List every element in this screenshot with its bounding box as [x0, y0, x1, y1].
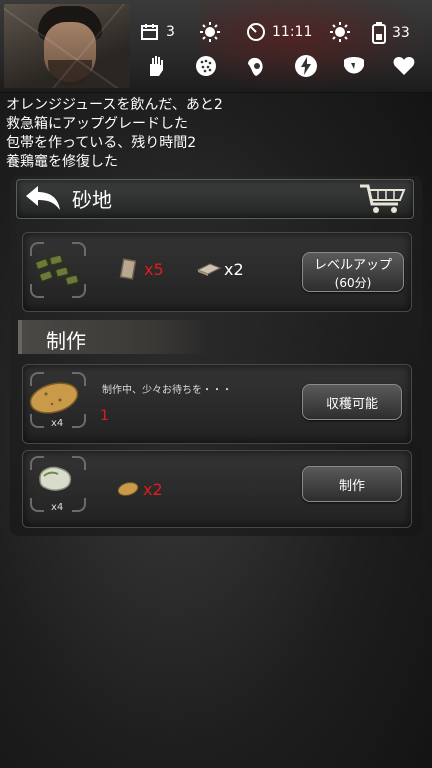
weather-indicator — [200, 22, 220, 42]
energy-icon[interactable] — [294, 54, 318, 78]
stamina-icon[interactable] — [194, 54, 218, 78]
shopping-cart-icon[interactable] — [358, 182, 408, 216]
cloth-icon — [196, 263, 222, 276]
level-up-duration: (60分) — [334, 275, 372, 290]
location-title: 砂地 — [72, 188, 112, 212]
day-count: 3 — [166, 24, 175, 40]
cost-quantity: x5 — [144, 260, 164, 279]
sun-icon — [200, 22, 220, 42]
log-line: オレンジジュースを飲んだ、あと2 — [6, 97, 223, 113]
thirst-icon[interactable] — [342, 54, 366, 78]
craft-button[interactable]: 制作 — [302, 466, 402, 502]
battery-icon — [372, 22, 386, 44]
hunger-icon[interactable] — [244, 54, 268, 78]
cost-quantity: x2 — [143, 480, 163, 499]
time-text: 11:11 — [272, 24, 313, 40]
back-arrow-icon[interactable] — [24, 184, 64, 212]
health-heart-icon[interactable] — [392, 54, 416, 78]
craft-status-text: 制作中、少々お待ちを・・・ — [102, 385, 232, 396]
clock-icon — [247, 23, 265, 41]
potato-icon — [117, 482, 139, 496]
potato-icon — [29, 382, 79, 414]
level-up-button[interactable]: レベルアップ (60分) — [302, 252, 404, 292]
level-up-label: レベルアップ — [313, 257, 392, 273]
daylight-indicator — [330, 22, 350, 42]
day-counter: 3 — [140, 22, 175, 42]
item-count: x4 — [51, 418, 64, 429]
craft-progress: 1 — [100, 408, 109, 424]
item-count: x4 — [51, 502, 64, 513]
crafting-section-title: 制作 — [46, 329, 86, 353]
log-line: 包帯を作っている、残り時間2 — [6, 135, 197, 151]
seed-bag-icon — [39, 466, 72, 491]
hand-icon[interactable] — [144, 54, 168, 78]
battery-text: 33 — [392, 25, 410, 41]
sun-icon — [330, 22, 350, 42]
stone-brick-icon — [119, 258, 137, 280]
calendar-icon — [141, 24, 158, 40]
log-line: 救急箱にアップグレードした — [6, 116, 188, 132]
log-line: 養鶏竈を修復した — [6, 154, 118, 170]
battery-indicator: 33 — [372, 22, 410, 44]
cost-quantity: x2 — [224, 260, 244, 279]
message-log: オレンジジュースを飲んだ、あと2 救急箱にアップグレードした 包帯を作っている、… — [6, 96, 426, 172]
player-portrait[interactable] — [4, 4, 130, 88]
sandbag-icon — [34, 254, 80, 286]
harvest-button[interactable]: 収穫可能 — [302, 384, 402, 420]
status-header: 3 11:11 33 — [0, 0, 432, 93]
clock: 11:11 — [246, 22, 312, 42]
